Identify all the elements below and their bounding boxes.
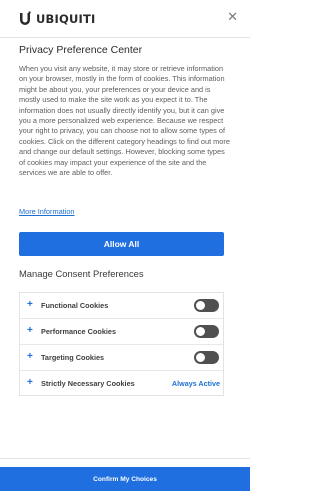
footer-divider	[0, 458, 250, 459]
toggle-knob	[196, 327, 205, 336]
category-label: Functional Cookies	[41, 301, 109, 310]
category-row-performance[interactable]: + Performance Cookies	[20, 319, 223, 345]
expand-plus-icon[interactable]: +	[27, 325, 33, 337]
category-label: Performance Cookies	[41, 327, 117, 336]
allow-all-button[interactable]: Allow All	[19, 232, 224, 256]
category-row-functional[interactable]: + Functional Cookies	[20, 293, 223, 319]
cookie-category-list: + Functional Cookies + Performance Cooki…	[19, 292, 224, 396]
category-label: Targeting Cookies	[41, 353, 105, 362]
toggle-knob	[196, 301, 205, 310]
performance-cookies-toggle[interactable]	[194, 325, 219, 338]
close-icon[interactable]: ✕	[227, 10, 238, 24]
targeting-cookies-toggle[interactable]	[194, 351, 219, 364]
category-label: Strictly Necessary Cookies	[41, 379, 135, 388]
manage-consent-title: Manage Consent Preferences	[19, 268, 144, 279]
category-row-targeting[interactable]: + Targeting Cookies	[20, 345, 223, 371]
ubiquiti-logo-icon	[17, 11, 33, 27]
toggle-knob	[196, 353, 205, 362]
expand-plus-icon[interactable]: +	[27, 377, 33, 389]
confirm-my-choices-button[interactable]: Confirm My Choices	[0, 467, 250, 491]
functional-cookies-toggle[interactable]	[194, 299, 219, 312]
category-row-strictly-necessary[interactable]: + Strictly Necessary Cookies Always Acti…	[20, 371, 223, 397]
privacy-description: When you visit any website, it may store…	[19, 64, 230, 178]
header: UBIQUITI ✕	[0, 0, 250, 38]
brand-logo: UBIQUITI	[17, 11, 96, 27]
expand-plus-icon[interactable]: +	[27, 299, 33, 311]
expand-plus-icon[interactable]: +	[27, 351, 33, 363]
always-active-status: Always Active	[171, 379, 220, 388]
header-divider	[0, 37, 250, 38]
brand-name: UBIQUITI	[36, 12, 96, 26]
privacy-title: Privacy Preference Center	[19, 44, 143, 56]
more-information-link[interactable]: More Information	[19, 207, 75, 216]
